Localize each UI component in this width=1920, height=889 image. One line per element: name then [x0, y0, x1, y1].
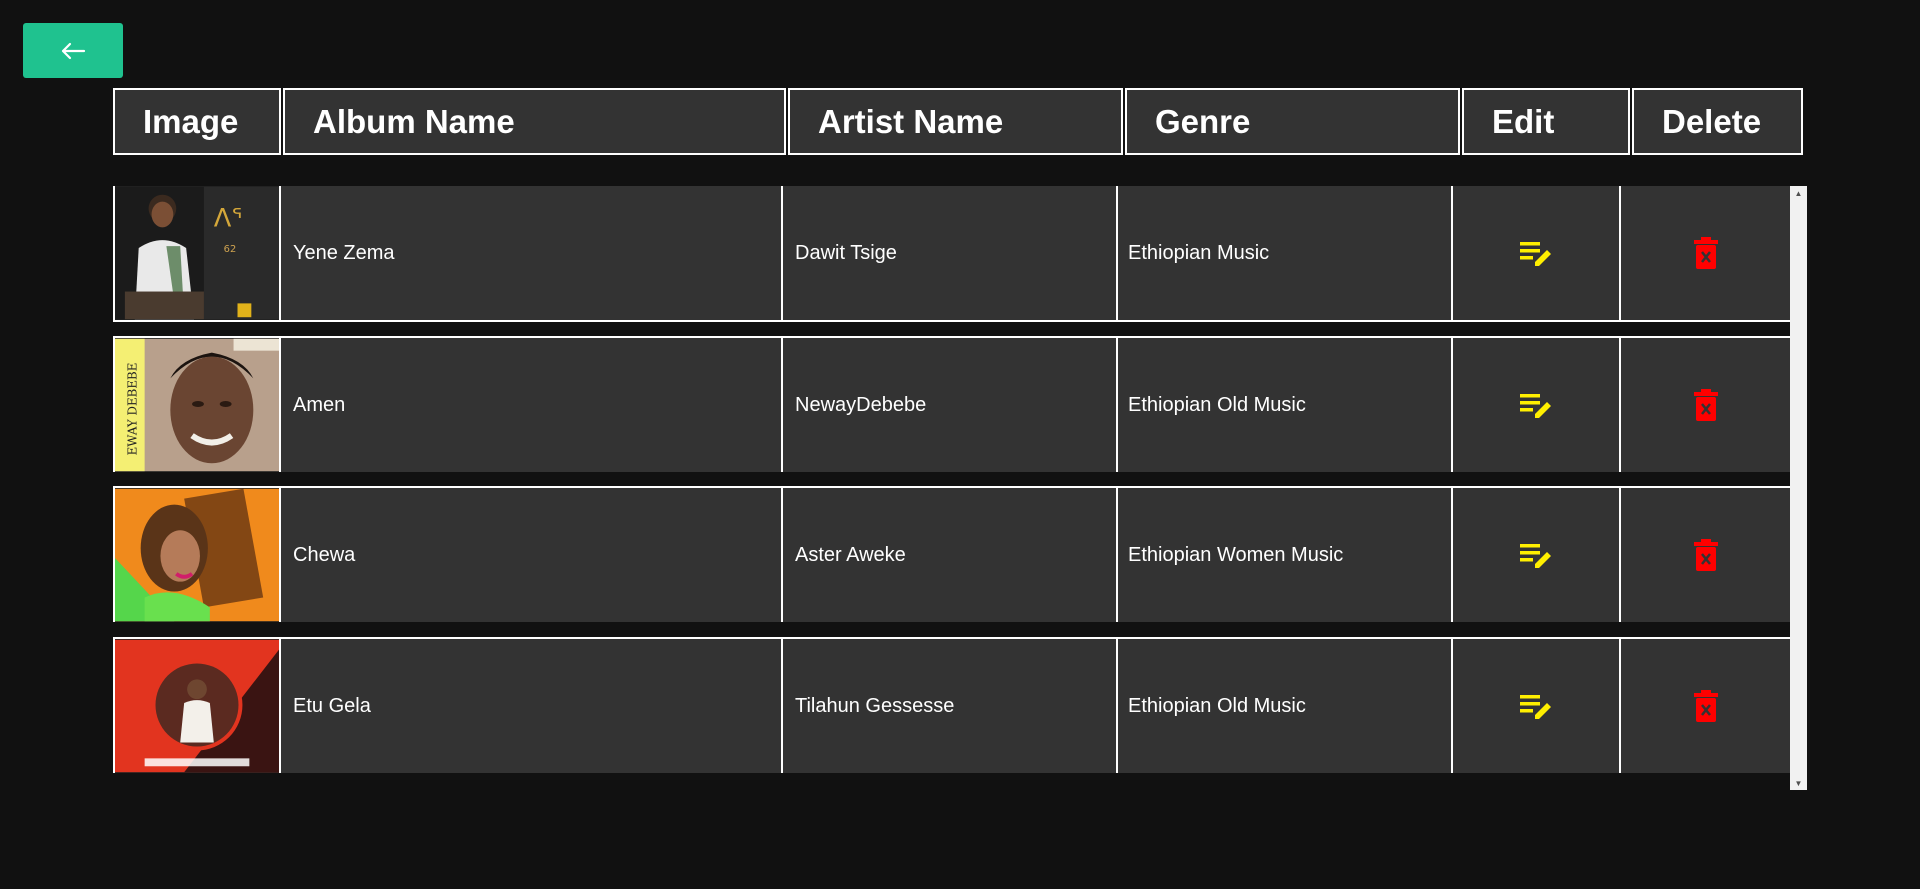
artist-name: Tilahun Gessesse — [795, 694, 955, 717]
album-name: Etu Gela — [293, 694, 371, 717]
arrow-left-icon — [61, 42, 86, 59]
table-scrollbar[interactable]: ▲ ▼ — [1790, 186, 1807, 790]
album-name: Chewa — [293, 543, 356, 566]
album-cover: ᐱᕐ 62 — [113, 186, 281, 320]
table-header: Image Album Name Artist Name Genre Edit … — [113, 88, 1807, 155]
genre: Ethiopian Old Music — [1128, 694, 1306, 717]
album-cover — [113, 488, 281, 622]
genre: Ethiopian Women Music — [1128, 543, 1344, 566]
delete-cell — [1621, 186, 1790, 320]
scroll-up-icon[interactable]: ▲ — [1790, 186, 1807, 200]
artist-name-cell: NewayDebebe — [783, 338, 1118, 472]
artist-name-cell: Tilahun Gessesse — [783, 639, 1118, 773]
header-album-name: Album Name — [283, 88, 786, 155]
back-button[interactable] — [23, 23, 123, 78]
edit-icon[interactable] — [1518, 237, 1554, 269]
delete-icon[interactable] — [1692, 689, 1720, 723]
table-row: ᐱᕐ 62 Yene Zema Dawit Tsige Ethiopian Mu… — [113, 186, 1790, 322]
album-cover: EWAY DEBEBE — [113, 338, 281, 472]
album-cover-image — [115, 639, 279, 773]
delete-cell — [1621, 338, 1790, 472]
album-name-cell: Yene Zema — [281, 186, 783, 320]
table-row: Etu Gela Tilahun Gessesse Ethiopian Old … — [113, 637, 1790, 773]
genre: Ethiopian Old Music — [1128, 393, 1306, 416]
delete-icon[interactable] — [1692, 236, 1720, 270]
header-delete: Delete — [1632, 88, 1803, 155]
genre-cell: Ethiopian Women Music — [1118, 488, 1453, 622]
album-name-cell: Chewa — [281, 488, 783, 622]
header-genre: Genre — [1125, 88, 1460, 155]
delete-icon[interactable] — [1692, 538, 1720, 572]
artist-name: NewayDebebe — [795, 393, 927, 416]
artist-name-cell: Dawit Tsige — [783, 186, 1118, 320]
scroll-down-icon[interactable]: ▼ — [1790, 776, 1807, 790]
delete-cell — [1621, 488, 1790, 622]
table-body[interactable]: ᐱᕐ 62 Yene Zema Dawit Tsige Ethiopian Mu… — [113, 186, 1807, 790]
genre-cell: Ethiopian Old Music — [1118, 639, 1453, 773]
album-cover-image: EWAY DEBEBE — [115, 338, 279, 472]
album-name-cell: Etu Gela — [281, 639, 783, 773]
delete-icon[interactable] — [1692, 388, 1720, 422]
svg-text:ᐱᕐ: ᐱᕐ — [214, 203, 242, 233]
edit-cell — [1453, 186, 1621, 320]
edit-icon[interactable] — [1518, 389, 1554, 421]
svg-text:EWAY DEBEBE: EWAY DEBEBE — [126, 363, 140, 456]
album-name-cell: Amen — [281, 338, 783, 472]
svg-text:62: 62 — [224, 244, 237, 255]
table-row: EWAY DEBEBE Amen NewayDebebe Ethiopian O… — [113, 336, 1790, 472]
artist-name: Aster Aweke — [795, 543, 906, 566]
edit-cell — [1453, 639, 1621, 773]
album-cover-image — [115, 488, 279, 622]
album-name: Yene Zema — [293, 241, 395, 264]
delete-cell — [1621, 639, 1790, 773]
artist-name-cell: Aster Aweke — [783, 488, 1118, 622]
header-artist-name: Artist Name — [788, 88, 1123, 155]
album-cover-image: ᐱᕐ 62 — [115, 186, 279, 320]
artist-name: Dawit Tsige — [795, 241, 897, 264]
header-edit: Edit — [1462, 88, 1630, 155]
album-cover — [113, 639, 281, 773]
edit-icon[interactable] — [1518, 539, 1554, 571]
header-image: Image — [113, 88, 281, 155]
edit-cell — [1453, 338, 1621, 472]
genre: Ethiopian Music — [1128, 241, 1270, 264]
edit-cell — [1453, 488, 1621, 622]
genre-cell: Ethiopian Music — [1118, 186, 1453, 320]
table-row: Chewa Aster Aweke Ethiopian Women Music — [113, 486, 1790, 622]
genre-cell: Ethiopian Old Music — [1118, 338, 1453, 472]
edit-icon[interactable] — [1518, 690, 1554, 722]
album-name: Amen — [293, 393, 346, 416]
